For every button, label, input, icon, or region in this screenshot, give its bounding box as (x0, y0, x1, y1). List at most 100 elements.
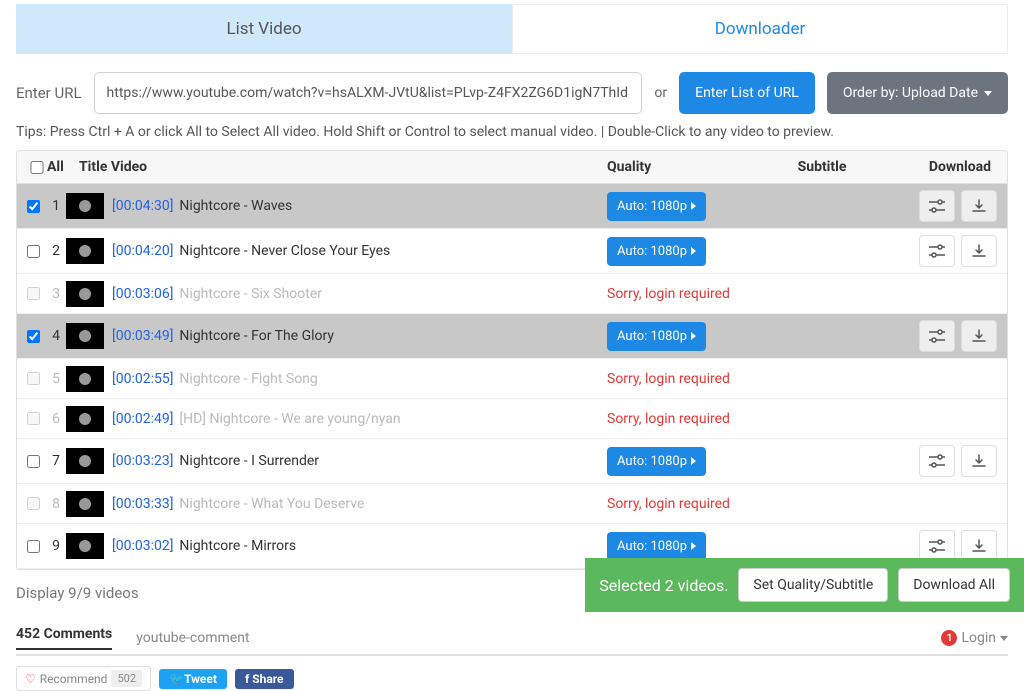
video-title: Nightcore - I Surrender (179, 453, 319, 469)
video-title: [HD] Nightcore - We are young/nyan (179, 411, 400, 427)
video-duration: [00:03:33] (112, 496, 173, 512)
video-thumbnail (66, 366, 104, 392)
table-row[interactable]: 5 [00:02:55] Nightcore - Fight Song Sorry, … (17, 359, 1007, 399)
comments-count-tab[interactable]: 452 Comments (16, 626, 112, 650)
quality-button[interactable]: Auto: 1080p (607, 322, 706, 351)
header-subtitle: Subtitle (747, 159, 897, 175)
login-link[interactable]: 1 Login (941, 630, 1008, 646)
download-button[interactable] (961, 235, 997, 267)
login-required-text: Sorry, login required (607, 496, 730, 512)
settings-button[interactable] (919, 235, 955, 267)
sliders-icon (928, 539, 946, 553)
row-checkbox (27, 287, 40, 300)
row-checkbox (27, 497, 40, 510)
footer-bar: Selected 2 videos. Set Quality/Subtitle … (585, 558, 1024, 612)
table-row[interactable]: 8[00:03:33]Nightcore - What You DeserveS… (17, 484, 1007, 524)
video-duration: [00:03:49] (112, 328, 173, 344)
recommend-button[interactable]: ♡ Recommend 502 (16, 666, 151, 691)
tips-text: Tips: Press Ctrl + A or click All to Sel… (16, 124, 1008, 140)
set-quality-button[interactable]: Set Quality/Subtitle (738, 568, 888, 602)
header-all[interactable]: All (47, 159, 79, 175)
download-icon (971, 198, 987, 214)
select-all-checkbox[interactable] (27, 161, 47, 174)
download-icon (971, 243, 987, 259)
row-number: 7 (44, 453, 60, 469)
settings-button[interactable] (919, 445, 955, 477)
quality-button[interactable]: Auto: 1080p (607, 447, 706, 476)
url-input[interactable] (94, 72, 643, 114)
video-title: Nightcore - Fight Song (179, 371, 317, 387)
quality-button[interactable]: Auto: 1080p (607, 192, 706, 221)
chevron-down-icon (1000, 636, 1008, 641)
comments-bar: 452 Comments youtube-comment 1 Login (16, 626, 1008, 656)
download-button[interactable] (961, 445, 997, 477)
table-row[interactable]: 6 [00:02:49] [HD] Nightcore - We are young… (17, 399, 1007, 439)
recommend-count: 502 (111, 670, 142, 687)
settings-button[interactable] (919, 320, 955, 352)
share-button[interactable]: f Share (235, 669, 294, 689)
download-button[interactable] (961, 320, 997, 352)
table-row[interactable]: 1[00:04:30]Nightcore - WavesAuto: 1080p (17, 184, 1007, 229)
tweet-button[interactable]: 🐦Tweet (159, 669, 227, 689)
row-number: 6 (44, 411, 60, 427)
sliders-icon (928, 454, 946, 468)
video-title: Nightcore - Mirrors (179, 538, 296, 554)
row-number: 9 (44, 538, 60, 554)
row-checkbox[interactable] (27, 455, 40, 468)
download-icon (971, 453, 987, 469)
table-row[interactable]: 4 [00:03:49] Nightcore - For The Glory Auto… (17, 314, 1007, 359)
row-number: 4 (44, 328, 60, 344)
row-number: 2 (44, 243, 60, 259)
row-checkbox[interactable] (27, 200, 40, 213)
video-duration: [00:03:02] (112, 538, 173, 554)
url-label: Enter URL (16, 84, 82, 102)
video-duration: [00:02:55] (112, 371, 173, 387)
settings-button[interactable] (919, 190, 955, 222)
row-number: 5 (44, 371, 60, 387)
heart-icon: ♡ (25, 672, 36, 686)
order-by-label: Order by: Upload Date (843, 85, 978, 101)
sliders-icon (928, 244, 946, 258)
youtube-comment-tab[interactable]: youtube-comment (136, 630, 249, 646)
login-required-text: Sorry, login required (607, 286, 730, 302)
row-checkbox[interactable] (27, 540, 40, 553)
main-tabs: List Video Downloader (16, 4, 1008, 54)
header-title: Title Video (79, 159, 607, 175)
video-title: Nightcore - What You Deserve (179, 496, 364, 512)
video-duration: [00:02:49] (112, 411, 173, 427)
video-table: All Title Video Quality Subtitle Downloa… (16, 150, 1008, 570)
video-thumbnail (66, 238, 104, 264)
quality-button[interactable]: Auto: 1080p (607, 532, 706, 561)
table-row[interactable]: 7 [00:03:23] Nightcore - I Surrender Auto: … (17, 439, 1007, 484)
quality-button[interactable]: Auto: 1080p (607, 237, 706, 266)
download-button[interactable] (961, 190, 997, 222)
video-thumbnail (66, 193, 104, 219)
chevron-down-icon (984, 91, 992, 96)
row-checkbox[interactable] (27, 330, 40, 343)
order-by-button[interactable]: Order by: Upload Date (827, 72, 1008, 114)
video-duration: [00:03:23] (112, 453, 173, 469)
video-title: Nightcore - For The Glory (179, 328, 334, 344)
login-badge: 1 (941, 630, 957, 646)
table-row[interactable]: 2[00:04:20]Nightcore - Never Close Your … (17, 229, 1007, 274)
caret-right-icon (691, 247, 696, 255)
row-checkbox (27, 372, 40, 385)
login-required-text: Sorry, login required (607, 371, 730, 387)
enter-list-button[interactable]: Enter List of URL (679, 72, 815, 114)
tab-downloader[interactable]: Downloader (512, 4, 1008, 54)
facebook-icon: f (245, 672, 252, 686)
download-all-button[interactable]: Download All (898, 568, 1010, 602)
video-duration: [00:03:06] (112, 286, 173, 302)
video-title: Nightcore - Six Shooter (179, 286, 322, 302)
row-checkbox[interactable] (27, 245, 40, 258)
download-icon (971, 328, 987, 344)
video-thumbnail (66, 281, 104, 307)
caret-right-icon (691, 457, 696, 465)
caret-right-icon (691, 202, 696, 210)
tab-list-video[interactable]: List Video (16, 4, 512, 54)
twitter-icon: 🐦 (169, 672, 184, 686)
caret-right-icon (691, 542, 696, 550)
login-required-text: Sorry, login required (607, 411, 730, 427)
table-row[interactable]: 3[00:03:06]Nightcore - Six ShooterSorry,… (17, 274, 1007, 314)
social-row: ♡ Recommend 502 🐦Tweet f Share (16, 666, 1008, 691)
